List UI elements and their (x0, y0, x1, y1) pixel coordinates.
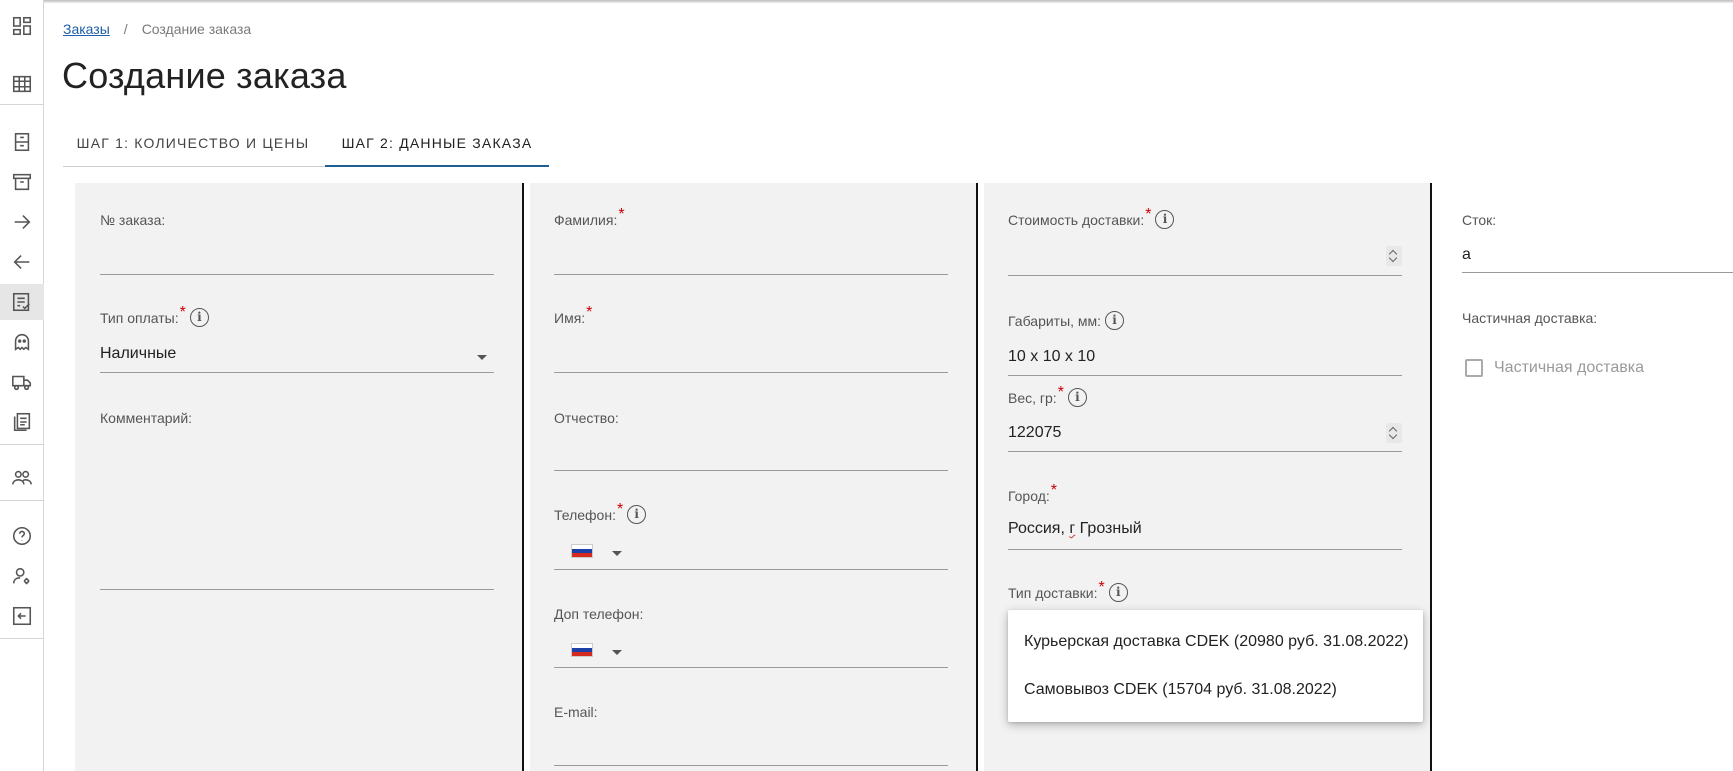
patronymic-label: Отчество: (554, 410, 619, 426)
firstname-label: Имя: * (554, 304, 593, 326)
city-label: Город: * (1008, 482, 1057, 504)
payment-type-select[interactable]: Наличные (100, 345, 176, 363)
delivery-type-label: Тип доставки: * i (1008, 579, 1128, 602)
column-divider (522, 183, 524, 771)
dimensions-underline (1008, 375, 1402, 376)
sidebar-separator (0, 638, 44, 639)
chevron-down-icon[interactable] (612, 551, 622, 556)
page-title: Создание заказа (62, 55, 347, 96)
lastname-label: Фамилия: * (554, 206, 625, 228)
email-input[interactable] (554, 765, 948, 766)
info-icon[interactable]: i (189, 308, 209, 327)
payment-type-underline (100, 372, 494, 373)
top-edge-shadow (0, 0, 1733, 3)
delivery-option-pickup[interactable]: Самовывоз CDEK (15704 руб. 31.08.2022) (1024, 681, 1337, 699)
weight-underline (1008, 451, 1402, 452)
form-column-2 (530, 183, 976, 771)
email-label: E-mail: (554, 704, 598, 720)
arrow-left-icon[interactable] (0, 244, 44, 280)
number-spinner[interactable] (1386, 423, 1402, 443)
archive-icon[interactable] (0, 164, 44, 200)
partial-delivery-checkbox-label[interactable]: Частичная доставка (1494, 359, 1644, 377)
order-number-underline (100, 274, 494, 275)
cabinet-icon[interactable] (0, 124, 44, 160)
sidebar-separator (0, 500, 44, 501)
info-icon[interactable]: i (627, 505, 647, 524)
phone-input[interactable] (554, 569, 948, 570)
partial-delivery-checkbox[interactable] (1465, 359, 1483, 377)
checklist-icon[interactable] (0, 284, 44, 320)
comment-textarea[interactable] (100, 589, 494, 590)
column-divider (1430, 183, 1432, 771)
info-icon[interactable]: i (1108, 583, 1128, 602)
breadcrumb-separator: / (123, 21, 128, 37)
breadcrumb-orders-link[interactable]: Заказы (63, 21, 110, 37)
number-spinner[interactable] (1386, 246, 1402, 266)
grid-icon[interactable] (0, 66, 44, 102)
dimensions-label: Габариты, мм: i (1008, 311, 1125, 330)
russia-flag-icon[interactable] (571, 643, 593, 657)
breadcrumb: Заказы / Создание заказа (63, 21, 251, 37)
breadcrumb-current: Создание заказа (141, 21, 252, 37)
delivery-option-courier[interactable]: Курьерская доставка CDEK (20980 руб. 31.… (1024, 633, 1409, 651)
payment-type-label: Тип оплаты: * i (100, 304, 209, 327)
dashboard-icon[interactable] (0, 8, 44, 44)
lastname-input[interactable] (554, 274, 948, 275)
sidebar (0, 0, 44, 771)
order-number-label: № заказа: (100, 212, 166, 228)
city-underline (1008, 549, 1402, 550)
sidebar-separator (0, 104, 44, 105)
chevron-down-icon[interactable] (612, 650, 622, 655)
arrow-right-icon[interactable] (0, 204, 44, 240)
stock-underline (1462, 272, 1733, 273)
column-divider (976, 183, 978, 771)
users-icon[interactable] (0, 460, 44, 496)
alt-phone-label: Доп телефон: (554, 606, 644, 622)
russia-flag-icon[interactable] (571, 544, 593, 558)
sidebar-separator (0, 444, 44, 445)
partial-delivery-label: Частичная доставка: (1462, 310, 1598, 326)
help-icon[interactable] (0, 518, 44, 554)
alt-phone-input[interactable] (554, 667, 948, 668)
patronymic-input[interactable] (554, 470, 948, 471)
dimensions-input[interactable]: 10 x 10 x 10 (1008, 348, 1095, 366)
form-column-1 (75, 183, 522, 771)
truck-icon[interactable] (0, 364, 44, 400)
tab-step-1[interactable]: ШАГ 1: КОЛИЧЕСТВО И ЦЕНЫ (63, 125, 323, 167)
stepper-tabs: ШАГ 1: КОЛИЧЕСТВО И ЦЕНЫ ШАГ 2: ДАННЫЕ З… (63, 125, 549, 167)
delivery-cost-input[interactable] (1008, 275, 1402, 276)
info-icon[interactable]: i (1105, 311, 1125, 330)
delivery-type-dropdown: Курьерская доставка CDEK (20980 руб. 31.… (1008, 610, 1423, 722)
user-settings-icon[interactable] (0, 558, 44, 594)
logout-icon[interactable] (0, 598, 44, 634)
phone-label: Телефон: * i (554, 501, 647, 524)
tab-step-2[interactable]: ШАГ 2: ДАННЫЕ ЗАКАЗА (325, 125, 549, 167)
chevron-down-icon[interactable] (477, 355, 487, 360)
stock-input[interactable]: a (1462, 246, 1471, 264)
info-icon[interactable]: i (1067, 388, 1087, 407)
weight-input[interactable]: 122075 (1008, 424, 1061, 442)
city-input[interactable]: Россия, г Грозный (1008, 520, 1142, 538)
firstname-input[interactable] (554, 372, 948, 373)
delivery-cost-label: Стоимость доставки: * i (1008, 206, 1175, 229)
comment-label: Комментарий: (100, 410, 193, 426)
weight-label: Вес, гр: * i (1008, 384, 1087, 407)
documents-icon[interactable] (0, 404, 44, 440)
stock-label: Сток: (1462, 212, 1497, 228)
info-icon[interactable]: i (1155, 210, 1175, 229)
ghost-icon[interactable] (0, 324, 44, 360)
